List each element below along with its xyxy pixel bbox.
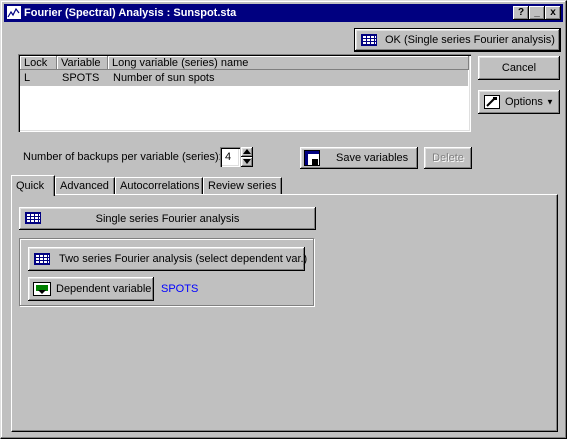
minimize-button[interactable]: _ [529,6,545,20]
backups-input[interactable]: 4 [220,147,240,167]
window-title: Fourier (Spectral) Analysis : Sunspot.st… [24,7,237,19]
dependent-variable-button[interactable]: Dependent variable [28,277,154,301]
chevron-down-icon: ▼ [546,97,554,107]
column-header-variable[interactable]: Variable [57,56,108,70]
ok-grid-icon [361,34,377,46]
dialog-window: Fourier (Spectral) Analysis : Sunspot.st… [0,0,567,439]
chevron-down-icon [243,159,251,164]
delete-button[interactable]: Delete [424,147,472,169]
tab-panel-quick: Single series Fourier analysis Two serie… [11,194,558,432]
table-row[interactable]: L SPOTS Number of sun spots [20,70,468,86]
options-button[interactable]: Options ▼ [478,90,560,114]
row-variable: SPOTS [62,72,100,84]
two-series-grid-icon [34,253,50,265]
close-button[interactable]: x [545,6,561,20]
tab-autocorrelations[interactable]: Autocorrelations [115,177,203,194]
options-button-label: Options [505,96,543,108]
ok-button-label: OK (Single series Fourier analysis) [385,34,555,46]
tab-review-series[interactable]: Review series [203,177,282,194]
chevron-up-icon [243,149,251,154]
title-bar[interactable]: Fourier (Spectral) Analysis : Sunspot.st… [4,4,563,22]
ok-button[interactable]: OK (Single series Fourier analysis) [354,28,561,52]
variable-list[interactable]: Lock Variable Long variable (series) nam… [18,54,471,132]
single-series-fourier-button[interactable]: Single series Fourier analysis [19,207,316,230]
options-icon [484,95,500,109]
two-series-group: Two series Fourier analysis (select depe… [19,238,314,306]
backups-label: Number of backups per variable (series): [23,151,222,163]
app-icon [7,6,21,19]
tab-advanced[interactable]: Advanced [55,177,115,194]
two-series-fourier-button[interactable]: Two series Fourier analysis (select depe… [28,247,308,271]
backups-value: 4 [225,151,232,163]
spin-up-button[interactable] [241,147,253,157]
cancel-button[interactable]: Cancel [478,56,560,80]
column-header-long-name[interactable]: Long variable (series) name [108,56,469,70]
tab-quick[interactable]: Quick [11,175,55,196]
column-header-lock[interactable]: Lock [20,56,57,70]
variable-select-icon [33,282,51,296]
save-variables-button[interactable]: Save variables [300,147,418,169]
dependent-variable-label: Dependent variable [56,283,152,295]
dependent-variable-value: SPOTS [161,283,199,295]
help-button[interactable]: ? [513,6,529,20]
save-variables-label: Save variables [336,152,409,164]
single-series-label: Single series Fourier analysis [95,212,240,225]
two-series-label: Two series Fourier analysis (select depe… [59,253,308,265]
row-lock: L [24,72,31,84]
spin-down-button[interactable] [241,157,253,167]
delete-button-label: Delete [432,152,464,164]
save-variables-icon [304,150,320,166]
row-long-name: Number of sun spots [113,72,215,84]
cancel-button-label: Cancel [501,62,537,74]
